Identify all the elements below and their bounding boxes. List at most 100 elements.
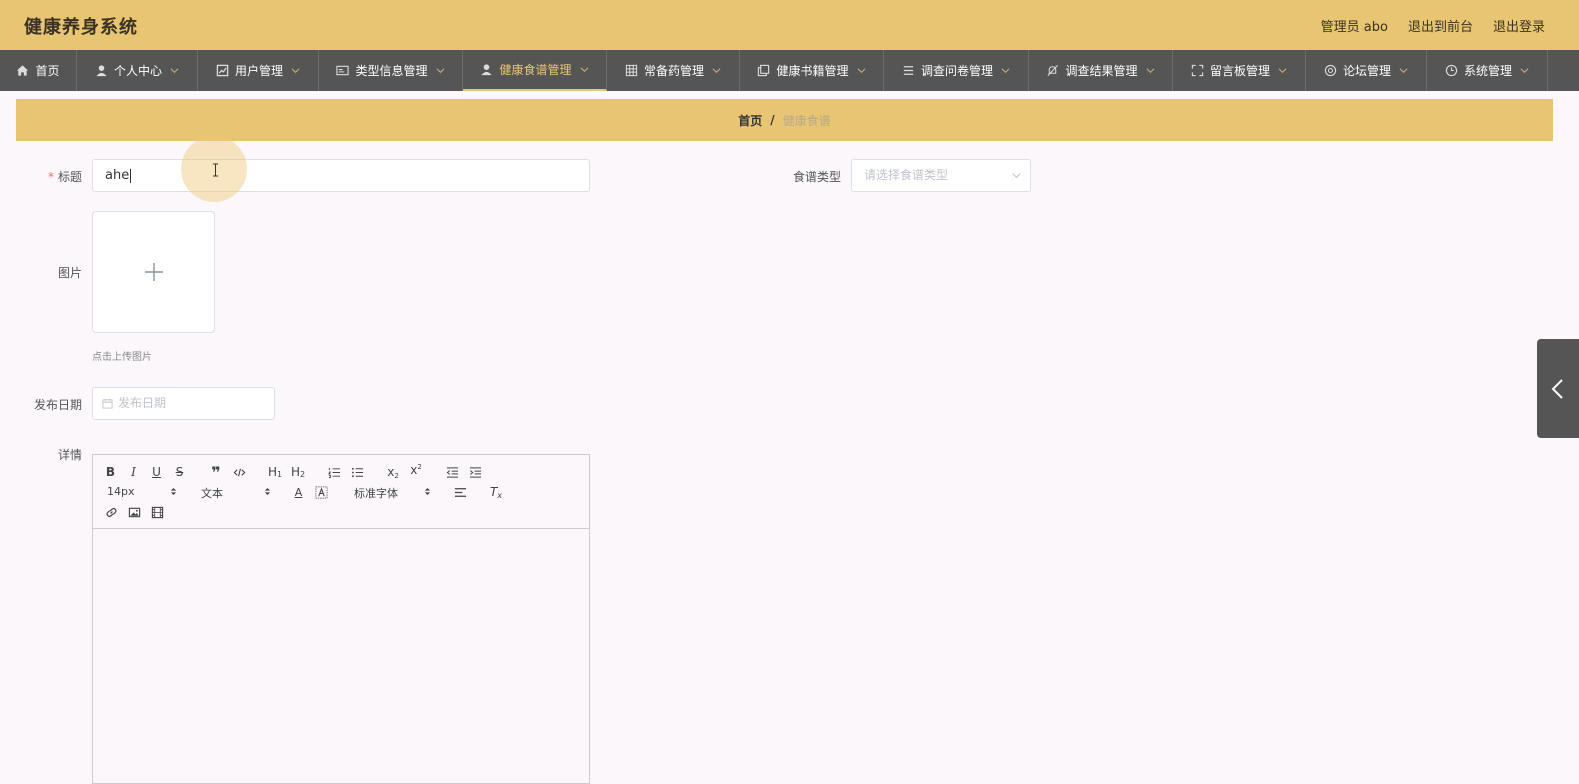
block-format-select[interactable]: 文本 [201, 485, 271, 501]
recipe-type-placeholder: 请选择食谱类型 [864, 168, 949, 182]
font-size-select[interactable]: 14px [107, 485, 177, 498]
editor-content-area[interactable] [93, 529, 589, 784]
font-size-value: 14px [107, 485, 135, 498]
back-to-frontend-link[interactable]: 退出到前台 [1408, 16, 1473, 35]
nav-item-label: 调查结果管理 [1065, 64, 1138, 78]
detail-label: 详情 [57, 448, 82, 462]
grid-icon [625, 64, 638, 77]
font-family-value: 标准字体 [354, 487, 398, 500]
side-panel-toggle[interactable] [1537, 339, 1579, 438]
sort-arrows-icon [170, 488, 177, 495]
bullet-list-icon[interactable] [350, 465, 364, 479]
chevron-down-icon [580, 65, 589, 74]
user-icon [480, 63, 493, 76]
nav-item-survey-results-management[interactable]: 调查结果管理 [1029, 50, 1173, 91]
nav-item-forum-management[interactable]: 论坛管理 [1306, 50, 1427, 91]
nav-item-label: 个人中心 [113, 64, 162, 78]
ordered-list-icon[interactable] [327, 465, 341, 479]
rich-text-editor: B I U S ❞ H1 H2 x2 x2 14px 文本 A 标准字体 Tx [92, 454, 590, 784]
chevron-down-icon [1278, 66, 1287, 75]
nav-item-survey-management[interactable]: 调查问卷管理 [884, 50, 1029, 91]
app-title: 健康养身系统 [24, 17, 138, 38]
nav-item-label: 用户管理 [234, 64, 283, 78]
nav-item-personal-center[interactable]: 个人中心 [77, 50, 198, 91]
chevron-left-icon [1551, 378, 1563, 399]
text-cursor-icon [213, 163, 218, 177]
nav-item-healthy-recipe-management[interactable]: 健康食谱管理 [463, 50, 607, 91]
user-icon [95, 64, 108, 77]
image-upload-button[interactable] [92, 211, 215, 333]
font-family-select[interactable]: 标准字体 [354, 485, 434, 501]
chevron-down-icon [1012, 173, 1021, 179]
image-icon[interactable] [127, 505, 141, 519]
nav-item-health-books-management[interactable]: 健康书籍管理 [740, 50, 884, 91]
sort-arrows-icon [424, 488, 431, 495]
clear-format-icon[interactable]: Tx [489, 485, 503, 500]
nav-item-label: 留言板管理 [1209, 64, 1270, 78]
chevron-down-icon [712, 66, 721, 75]
logout-link[interactable]: 退出登录 [1493, 16, 1545, 35]
title-input[interactable]: ahe [92, 159, 590, 192]
chevron-down-icon [1146, 66, 1155, 75]
italic-icon[interactable]: I [127, 465, 140, 479]
date-label: 发布日期 [33, 398, 82, 412]
list-icon [902, 64, 915, 77]
superscript-icon[interactable]: x2 [408, 463, 424, 477]
nav-item-home[interactable]: 首页 [0, 50, 77, 91]
nav-item-label: 类型信息管理 [355, 64, 428, 78]
underline-icon[interactable]: U [150, 465, 163, 479]
nav-item-label: 健康书籍管理 [776, 64, 849, 78]
chevron-down-icon [436, 66, 445, 75]
background-color-icon[interactable] [315, 485, 328, 499]
recipe-type-select[interactable]: 请选择食谱类型 [851, 159, 1031, 192]
nav-item-system-management[interactable]: 系统管理 [1427, 50, 1548, 91]
upload-hint: 点击上传图片 [92, 352, 152, 363]
title-label-text: 标题 [57, 170, 82, 184]
nav-item-label: 调查问卷管理 [920, 64, 993, 78]
chevron-down-icon [857, 66, 866, 75]
nav-item-label: 首页 [35, 64, 60, 78]
strikethrough-icon[interactable]: S [173, 465, 186, 479]
home-icon [16, 64, 29, 77]
nav-item-label: 常备药管理 [643, 64, 704, 78]
header-links: 管理员 abo 退出到前台 退出登录 [1321, 16, 1545, 35]
image-label: 图片 [57, 266, 82, 280]
bell-off-icon [1046, 64, 1059, 77]
font-color-icon[interactable]: A [292, 485, 305, 499]
heading1-icon[interactable]: H1 [267, 465, 283, 479]
breadcrumb-separator: / [770, 113, 775, 127]
clock-icon [1445, 64, 1458, 77]
title-label: * 标题 [30, 168, 82, 185]
chevron-down-icon [1399, 66, 1408, 75]
nav-item-label: 系统管理 [1463, 64, 1512, 78]
video-icon[interactable] [150, 505, 164, 519]
block-format-value: 文本 [201, 487, 223, 500]
heading2-icon[interactable]: H2 [290, 465, 306, 479]
chevron-down-icon [170, 66, 179, 75]
indent-icon[interactable] [468, 465, 482, 479]
nav-item-type-info-management[interactable]: 类型信息管理 [319, 50, 463, 91]
nav-item-message-board-management[interactable]: 留言板管理 [1173, 50, 1306, 91]
nav-item-medicine-management[interactable]: 常备药管理 [607, 50, 740, 91]
breadcrumb-home[interactable]: 首页 [738, 112, 762, 129]
outdent-icon[interactable] [445, 465, 459, 479]
code-icon[interactable] [232, 465, 246, 479]
editor-toolbar: B I U S ❞ H1 H2 x2 x2 14px 文本 A 标准字体 Tx [93, 455, 589, 529]
sort-arrows-icon [264, 488, 271, 495]
chevron-down-icon [1001, 66, 1010, 75]
date-picker-input[interactable]: 发布日期 [92, 387, 275, 420]
chevron-down-icon [291, 66, 300, 75]
align-left-icon[interactable] [453, 485, 467, 499]
subscript-icon[interactable]: x2 [385, 465, 401, 480]
admin-username: 管理员 abo [1320, 20, 1388, 35]
bold-icon[interactable]: B [104, 465, 117, 479]
date-placeholder: 发布日期 [118, 396, 167, 410]
top-header: 健康养身系统 管理员 abo 退出到前台 退出登录 [0, 0, 1579, 50]
fullscreen-icon [1191, 64, 1204, 77]
quote-icon[interactable]: ❞ [209, 463, 223, 482]
id-card-icon [336, 64, 350, 77]
nav-item-label: 健康食谱管理 [499, 63, 572, 77]
link-icon[interactable] [104, 505, 118, 519]
forum-icon [1324, 64, 1337, 77]
nav-item-user-management[interactable]: 用户管理 [198, 50, 319, 91]
